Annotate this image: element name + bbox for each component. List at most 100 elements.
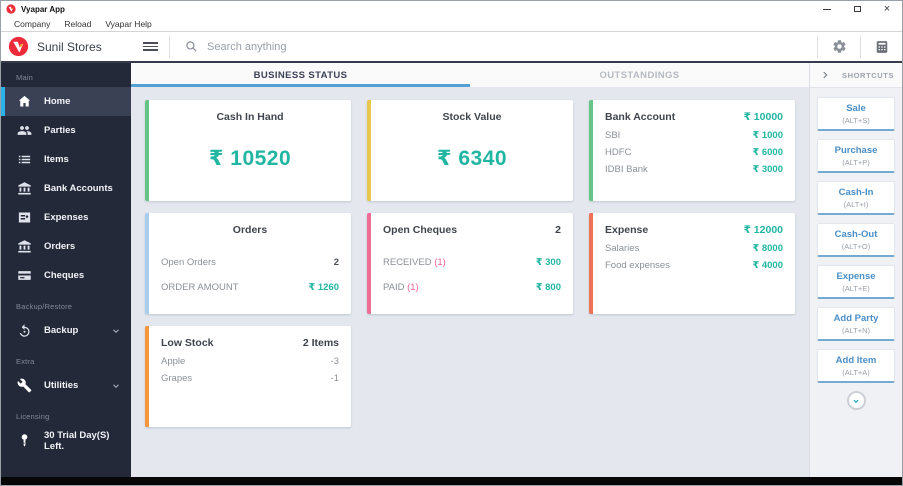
- shortcut-key: (ALT+S): [842, 116, 870, 125]
- sidebar-item-backup[interactable]: Backup: [1, 316, 131, 345]
- collapse-chevron-icon[interactable]: [820, 70, 830, 80]
- row-value: -3: [330, 356, 339, 367]
- backup-restore-icon: [17, 323, 32, 338]
- sidebar-item-parties[interactable]: Parties: [1, 116, 131, 145]
- chevron-down-icon: [111, 381, 121, 391]
- sidebar-item-expenses[interactable]: Expenses: [1, 203, 131, 232]
- sidebar-item-home[interactable]: Home: [1, 87, 131, 116]
- sidebar-item-orders[interactable]: Orders: [1, 232, 131, 261]
- shortcut-sale-button[interactable]: Sale (ALT+S): [817, 97, 895, 131]
- app-header: Sunil Stores: [1, 32, 902, 63]
- shortcut-label: Purchase: [834, 145, 878, 156]
- search-bar: [181, 40, 806, 53]
- minimize-button[interactable]: [812, 1, 842, 17]
- search-icon: [181, 40, 201, 53]
- card-cash-in-hand[interactable]: Cash In Hand ₹ 10520: [145, 100, 351, 201]
- menu-vyapar-help[interactable]: Vyapar Help: [105, 19, 151, 29]
- company-name: Sunil Stores: [37, 39, 102, 54]
- orders-icon: [17, 239, 32, 254]
- tab-label: BUSINESS STATUS: [253, 69, 348, 81]
- cheque-icon: [17, 268, 32, 283]
- shortcut-label: Cash-In: [838, 187, 874, 198]
- expense-row: Food expenses ₹ 4000: [593, 257, 795, 274]
- list-icon: [17, 152, 32, 167]
- calculator-icon[interactable]: [872, 40, 892, 54]
- settings-gear-icon[interactable]: [829, 39, 849, 54]
- row-label: ORDER AMOUNT: [161, 282, 239, 293]
- row-value: 2: [333, 257, 339, 268]
- sidebar-item-cheques[interactable]: Cheques: [1, 261, 131, 290]
- dashboard-cards: Cash In Hand ₹ 10520 Stock Value ₹ 6340 …: [131, 87, 809, 440]
- divider: [817, 35, 818, 58]
- close-button[interactable]: ×: [872, 1, 902, 17]
- tab-label: OUTSTANDINGS: [599, 69, 680, 81]
- shortcuts-panel: SHORTCUTS Sale (ALT+S) Purchase (ALT+P) …: [809, 63, 902, 477]
- row-value: -1: [330, 373, 339, 384]
- bottom-bar: [1, 477, 902, 485]
- card-bank-account[interactable]: Bank Account ₹ 10000 SBI ₹ 1000 HDFC ₹ 600…: [589, 100, 795, 201]
- low-stock-row: Apple -3: [149, 353, 351, 370]
- shortcut-add-party-button[interactable]: Add Party (ALT+N): [817, 307, 895, 341]
- card-orders[interactable]: Orders Open Orders 2 ORDER AMOUNT ₹ 1260: [145, 213, 351, 314]
- hamburger-menu-icon[interactable]: [143, 42, 158, 51]
- sidebar-item-items[interactable]: Items: [1, 145, 131, 174]
- bank-total-value: ₹ 10000: [743, 111, 783, 123]
- card-stock-value[interactable]: Stock Value ₹ 6340: [367, 100, 573, 201]
- shortcuts-more-button[interactable]: [846, 391, 866, 410]
- app-logo-icon: [6, 4, 16, 14]
- shortcut-cash-in-button[interactable]: Cash-In (ALT+I): [817, 181, 895, 215]
- parties-icon: [17, 123, 32, 138]
- sidebar-item-utilities[interactable]: Utilities: [1, 371, 131, 400]
- card-low-stock[interactable]: Low Stock 2 Items Apple -3 Grapes -1: [145, 326, 351, 427]
- sidebar-item-label: Parties: [44, 125, 76, 136]
- card-expense[interactable]: Expense ₹ 12000 Salaries ₹ 8000 Food expe…: [589, 213, 795, 314]
- sidebar-section-backup: Backup/Restore: [16, 302, 73, 311]
- low-stock-count: 2 Items: [302, 337, 339, 349]
- divider: [169, 35, 170, 58]
- row-value: ₹ 4000: [752, 260, 783, 271]
- shortcut-add-item-button[interactable]: Add Item (ALT+A): [817, 349, 895, 383]
- stock-value-value: ₹ 6340: [436, 147, 508, 170]
- wrench-icon: [17, 378, 32, 393]
- row-value: ₹ 6000: [752, 147, 783, 158]
- sidebar-item-trial[interactable]: 30 Trial Day(S) Left.: [1, 426, 131, 455]
- bank-row: IDBI Bank ₹ 3000: [593, 161, 795, 178]
- license-key-icon: [17, 433, 32, 448]
- menu-reload[interactable]: Reload: [64, 19, 91, 29]
- row-label: PAID (1): [383, 282, 419, 293]
- menu-company[interactable]: Company: [14, 19, 50, 29]
- shortcut-expense-button[interactable]: Expense (ALT+E): [817, 265, 895, 299]
- shortcut-purchase-button[interactable]: Purchase (ALT+P): [817, 139, 895, 173]
- row-value: ₹ 1260: [308, 282, 339, 293]
- shortcut-key: (ALT+I): [843, 200, 869, 209]
- low-stock-row: Grapes -1: [149, 370, 351, 387]
- search-input[interactable]: [207, 40, 427, 53]
- home-icon: [17, 94, 32, 109]
- shortcut-label: Expense: [836, 271, 876, 282]
- maximize-button[interactable]: [842, 1, 872, 17]
- bank-row: HDFC ₹ 6000: [593, 144, 795, 161]
- row-label: SBI: [605, 130, 621, 141]
- card-open-cheques[interactable]: Open Cheques 2 RECEIVED (1) ₹ 300 PAID (…: [367, 213, 573, 314]
- row-label: HDFC: [605, 147, 632, 158]
- left-sidebar: Main Home Parties Items Bank Accounts Ex…: [1, 63, 131, 477]
- card-title: Cash In Hand: [216, 111, 284, 123]
- app-body: Main Home Parties Items Bank Accounts Ex…: [1, 63, 902, 477]
- sidebar-item-label: Bank Accounts: [44, 183, 113, 194]
- main-content: BUSINESS STATUS OUTSTANDINGS Cash In Han…: [131, 63, 809, 477]
- divider: [860, 35, 861, 58]
- shortcut-cash-out-button[interactable]: Cash-Out (ALT+O): [817, 223, 895, 257]
- window-title: Vyapar App: [21, 4, 65, 14]
- sidebar-item-bank-accounts[interactable]: Bank Accounts: [1, 174, 131, 203]
- tab-bar: BUSINESS STATUS OUTSTANDINGS: [131, 63, 809, 87]
- row-value: ₹ 8000: [752, 243, 783, 254]
- tab-outstandings[interactable]: OUTSTANDINGS: [470, 63, 809, 87]
- shortcut-label: Add Party: [833, 313, 879, 324]
- bank-row: SBI ₹ 1000: [593, 127, 795, 144]
- row-label: IDBI Bank: [605, 164, 648, 175]
- card-title: Low Stock: [161, 337, 214, 349]
- sidebar-item-label: Orders: [44, 241, 76, 252]
- row-value: ₹ 300: [535, 257, 561, 268]
- sidebar-item-label: Home: [44, 96, 71, 107]
- app-window: Vyapar App × Company Reload Vyapar Help …: [0, 0, 903, 486]
